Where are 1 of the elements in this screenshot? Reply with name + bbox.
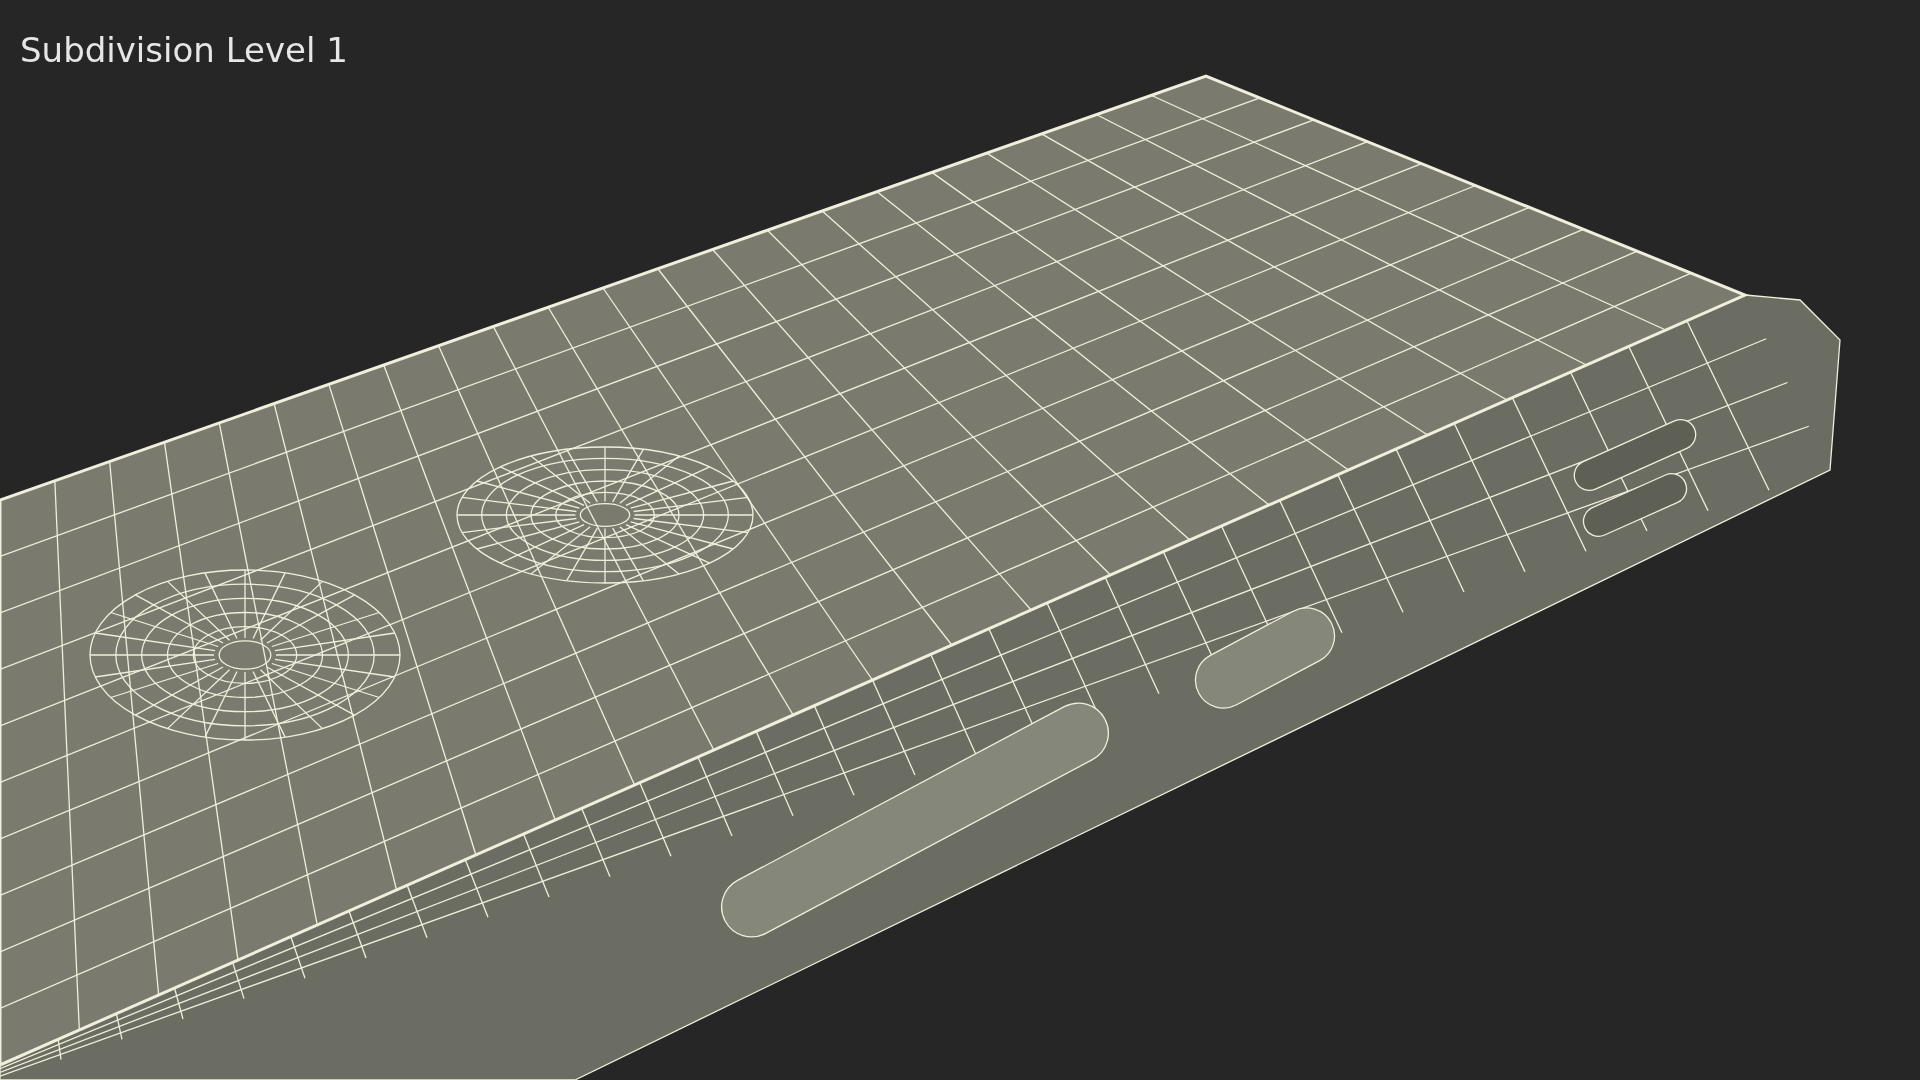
subdivision-label: Subdivision Level 1	[20, 30, 348, 70]
